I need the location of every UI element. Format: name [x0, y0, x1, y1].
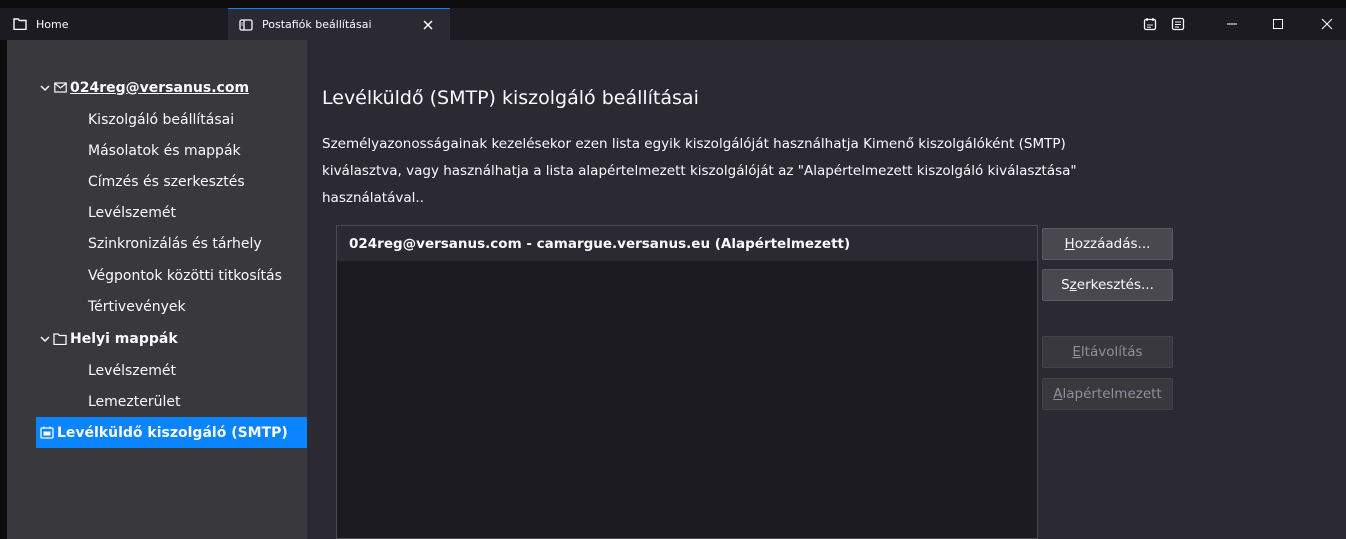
tree-item-local-junk[interactable]: Levélszemét [7, 355, 307, 386]
tab-bar: Home Postafiók beállításai [0, 8, 1346, 40]
set-default-button-rest: lapértelmezett [1062, 386, 1162, 402]
description-line: használatával.. [322, 190, 424, 206]
tree-item-composition[interactable]: Címzés és szerkesztés [7, 166, 307, 197]
folder-icon [53, 332, 67, 346]
edit-button-rest: erkesztés... [1076, 277, 1154, 293]
envelope-icon [53, 81, 67, 95]
maximize-icon[interactable] [1268, 14, 1288, 34]
minimize-icon[interactable] [1222, 14, 1242, 34]
tree-local-folders-label: Helyi mappák [70, 330, 178, 347]
tree-item-e2e-encryption[interactable]: Végpontok közötti titkosítás [7, 260, 307, 291]
tree-item-junk[interactable]: Levélszemét [7, 197, 307, 228]
set-default-button-accel: A [1053, 386, 1063, 402]
description: Személyazonosságainak kezelésekor ezen l… [322, 131, 1142, 212]
tasks-icon[interactable] [1168, 14, 1188, 34]
smtp-settings-panel: Levélküldő (SMTP) kiszolgáló beállításai… [307, 40, 1346, 539]
remove-button-accel: E [1072, 344, 1081, 360]
tab-account-settings[interactable]: Postafiók beállításai [228, 8, 450, 40]
close-icon[interactable] [1317, 14, 1337, 34]
tree-item-disk-space[interactable]: Lemezterület [7, 386, 307, 417]
edit-button[interactable]: Sz erkesztés... [1042, 269, 1173, 301]
tree-item-smtp-label: Levélküldő kiszolgáló (SMTP) [57, 424, 288, 441]
remove-button-rest: ltávolítás [1080, 344, 1143, 360]
tree-account-label: 024reg@versanus.com [70, 79, 250, 96]
description-line: Személyazonosságainak kezelésekor ezen l… [322, 136, 1066, 152]
folder-icon [12, 16, 28, 32]
page-title: Levélküldő (SMTP) kiszolgáló beállításai [322, 87, 699, 109]
remove-button[interactable]: Eltávolítás [1042, 336, 1173, 368]
calendar-icon[interactable] [1140, 14, 1160, 34]
edit-button-pre: S [1061, 277, 1070, 293]
tree-item-copies-folders[interactable]: Másolatok és mappák [7, 135, 307, 166]
chevron-down-icon[interactable] [39, 335, 51, 343]
tab-account-settings-label: Postafiók beállításai [262, 18, 372, 31]
account-settings-icon [238, 17, 254, 33]
smtp-server-list[interactable]: 024reg@versanus.com - camargue.versanus.… [336, 225, 1038, 539]
tab-home-label: Home [36, 17, 69, 31]
account-tree: 024reg@versanus.com Kiszolgáló beállítás… [7, 40, 307, 539]
server-row[interactable]: 024reg@versanus.com - camargue.versanus.… [337, 226, 1037, 261]
tree-item-server-settings[interactable]: Kiszolgáló beállításai [7, 104, 307, 135]
tree-account[interactable]: 024reg@versanus.com [7, 72, 307, 103]
edit-button-accel: z [1069, 277, 1077, 293]
tree-item-smtp[interactable]: Levélküldő kiszolgáló (SMTP) [36, 417, 307, 448]
set-default-button[interactable]: Alapértelmezett [1042, 378, 1173, 410]
chevron-down-icon[interactable] [39, 84, 51, 92]
close-tab-icon[interactable] [420, 17, 436, 33]
add-button-rest: ozzáadás... [1074, 236, 1151, 252]
tree-item-sync-storage[interactable]: Szinkronizálás és tárhely [7, 228, 307, 259]
tree-local-folders[interactable]: Helyi mappák [7, 323, 307, 354]
add-button-accel: H [1064, 236, 1075, 252]
tab-home[interactable]: Home [0, 8, 228, 40]
add-button[interactable]: Hozzáadás... [1042, 228, 1173, 260]
description-line: kiválasztva, vagy használhatja a lista a… [322, 163, 1077, 179]
tree-item-return-receipts[interactable]: Tértivevények [7, 291, 307, 322]
outgoing-server-icon [40, 426, 54, 440]
